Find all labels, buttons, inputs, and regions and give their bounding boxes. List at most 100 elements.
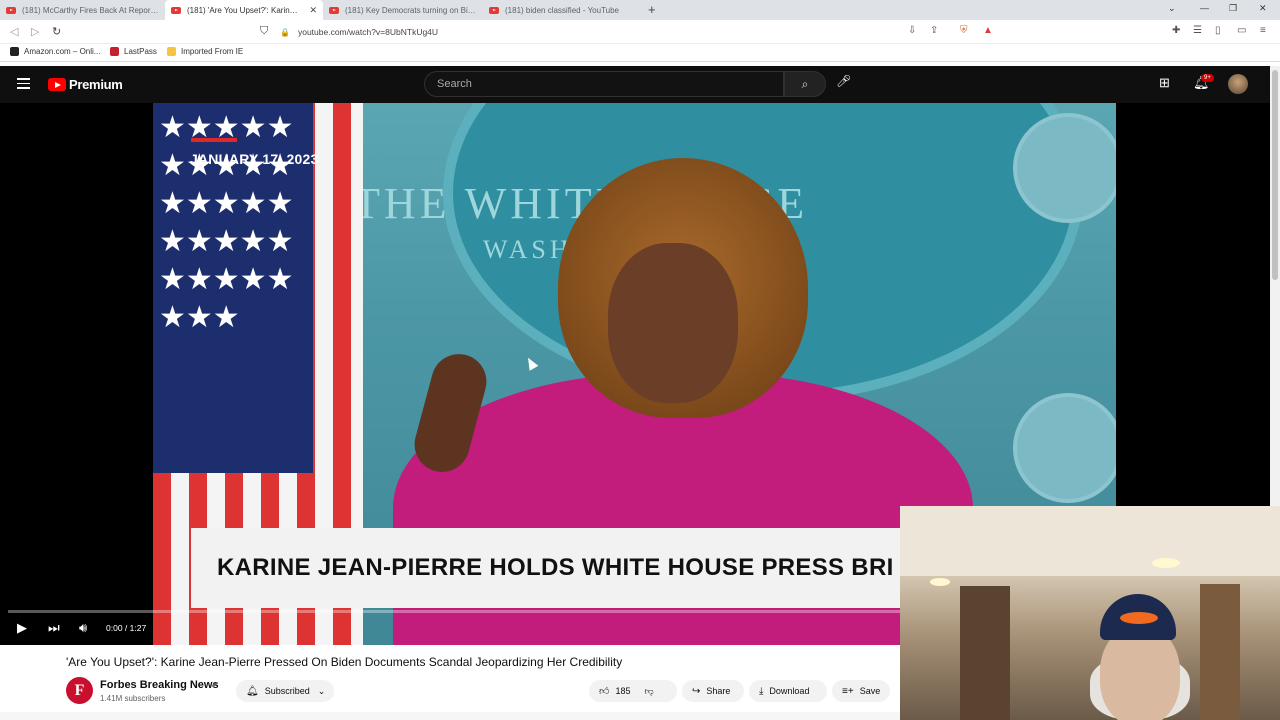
new-tab-icon[interactable]: + bbox=[648, 2, 656, 17]
scrollbar-thumb[interactable] bbox=[1272, 70, 1278, 280]
forward-icon[interactable]: ▷ bbox=[31, 25, 39, 38]
youtube-favicon-icon bbox=[329, 6, 339, 14]
search-button[interactable]: ⌕ bbox=[784, 71, 826, 97]
webcam-doorway bbox=[960, 586, 1010, 720]
share-icon: ↪ bbox=[692, 685, 701, 697]
verified-check-icon: ✔ bbox=[211, 680, 219, 690]
youtube-play-logo-icon bbox=[48, 78, 66, 91]
share-label: Share bbox=[706, 686, 731, 696]
channel-avatar[interactable]: F bbox=[66, 677, 93, 704]
date-accent-bar bbox=[191, 138, 237, 142]
hamburger-menu-icon[interactable] bbox=[17, 78, 30, 89]
channel-avatar-letter: F bbox=[74, 681, 85, 699]
webcam-ceiling bbox=[900, 506, 1280, 576]
browser-tab-active[interactable]: (181) 'Are You Upset?': Karine Jean ✕ bbox=[165, 0, 323, 20]
webcam-person-face bbox=[1100, 626, 1180, 720]
bell-icon: 🔔︎ bbox=[246, 685, 259, 697]
video-title: 'Are You Upset?': Karine Jean-Pierre Pre… bbox=[66, 655, 623, 669]
channel-name[interactable]: Forbes Breaking News bbox=[100, 679, 219, 691]
tab-label: (181) Key Democrats turning on Biden bbox=[345, 5, 477, 15]
brave-shield-icon[interactable]: ⛨ bbox=[960, 25, 968, 36]
close-window-icon[interactable]: ✕ bbox=[1259, 3, 1267, 14]
save-button[interactable]: ≡+ Save bbox=[832, 680, 890, 702]
search-placeholder: Search bbox=[437, 78, 472, 90]
search-icon: ⌕ bbox=[801, 76, 809, 91]
subscribed-button[interactable]: 🔔︎ Subscribed ⌄ bbox=[236, 680, 334, 702]
tab-label: (181) biden classified - YouTube bbox=[505, 5, 619, 15]
speaker-face bbox=[608, 243, 738, 403]
bookmark-lastpass[interactable]: LastPass bbox=[110, 47, 157, 56]
volume-icon[interactable]: 🔊︎ bbox=[79, 620, 87, 636]
side-seal-bottom bbox=[1013, 393, 1116, 503]
share-page-icon[interactable]: ⇪ bbox=[930, 25, 938, 36]
back-icon[interactable]: ◁ bbox=[10, 25, 18, 38]
tab-label: (181) 'Are You Upset?': Karine Jean bbox=[187, 5, 302, 15]
address-bar[interactable]: 🔒 youtube.com/watch?v=8UbNTkUg4U bbox=[280, 23, 970, 41]
ceiling-light bbox=[1152, 558, 1180, 568]
cap-logo bbox=[1120, 612, 1158, 624]
side-seal-top bbox=[1013, 113, 1116, 223]
user-avatar[interactable] bbox=[1228, 74, 1248, 94]
wallet-icon[interactable]: ▭ bbox=[1237, 25, 1246, 36]
description-box-edge bbox=[0, 712, 900, 720]
webcam-door bbox=[1200, 584, 1240, 720]
url-text: youtube.com/watch?v=8UbNTkUg4U bbox=[297, 27, 439, 37]
mouse-cursor-icon bbox=[523, 355, 539, 371]
restore-icon[interactable]: ❐ bbox=[1229, 3, 1237, 14]
reading-list-icon[interactable]: ☰ bbox=[1193, 25, 1202, 36]
bookmark-label: Amazon.com – Onli... bbox=[24, 47, 101, 56]
play-icon[interactable]: ▶ bbox=[17, 620, 27, 636]
playlist-add-icon: ≡+ bbox=[842, 685, 854, 697]
webcam-overlay bbox=[900, 506, 1280, 720]
youtube-logo[interactable]: Premium bbox=[48, 77, 123, 92]
subscriber-count: 1.41M subscribers bbox=[100, 694, 166, 703]
reload-icon[interactable]: ↻ bbox=[52, 25, 61, 38]
download-label: Download bbox=[769, 686, 810, 696]
share-button[interactable]: ↪ Share bbox=[682, 680, 744, 702]
browser-toolbar: ◁ ▷ ↻ ⛉ 🔒 youtube.com/watch?v=8UbNTkUg4U… bbox=[0, 20, 1280, 44]
bookmark-label: LastPass bbox=[124, 47, 157, 56]
browser-tab[interactable]: (181) McCarthy Fires Back At Reporter bbox=[0, 0, 165, 20]
download-button[interactable]: ⤓ Download bbox=[749, 680, 827, 702]
save-label: Save bbox=[859, 686, 881, 696]
microphone-icon[interactable]: 🎤︎ bbox=[836, 74, 851, 88]
bookmark-label: Imported From IE bbox=[181, 47, 244, 56]
install-icon[interactable]: ⇩ bbox=[908, 25, 916, 36]
time-display: 0:00 / 1:27 bbox=[106, 623, 147, 633]
browser-tab[interactable]: (181) Key Democrats turning on Biden bbox=[323, 0, 483, 20]
youtube-favicon-icon bbox=[171, 6, 181, 14]
browser-tab-bar: (181) McCarthy Fires Back At Reporter (1… bbox=[0, 0, 1280, 20]
youtube-favicon-icon bbox=[489, 6, 499, 14]
backdrop-text-bottom: WASH bbox=[483, 235, 573, 264]
date-overlay: JANUARY 17, 2023 bbox=[190, 151, 319, 167]
bookmark-folder-imported[interactable]: Imported From IE bbox=[167, 47, 243, 56]
tab-label: (181) McCarthy Fires Back At Reporter bbox=[22, 5, 159, 15]
amazon-icon bbox=[10, 47, 19, 56]
lower-third-text: KARINE JEAN-PIERRE HOLDS WHITE HOUSE PRE… bbox=[217, 554, 894, 581]
create-video-icon[interactable]: ⊞ bbox=[1159, 75, 1170, 91]
thumbs-up-icon[interactable]: 👍︎ bbox=[599, 685, 609, 697]
ceiling-light bbox=[930, 578, 950, 586]
sidebar-icon[interactable]: ▯ bbox=[1215, 25, 1221, 36]
bookmarks-bar: Amazon.com – Onli... LastPass Imported F… bbox=[0, 44, 1280, 62]
browser-menu-icon[interactable]: ≡ bbox=[1260, 25, 1266, 36]
search-input[interactable]: Search bbox=[424, 71, 784, 97]
like-dislike-button[interactable]: 👍︎ 185 👎︎ bbox=[589, 680, 677, 702]
browser-tab[interactable]: (181) biden classified - YouTube bbox=[483, 0, 643, 20]
bookmark-amazon[interactable]: Amazon.com – Onli... bbox=[10, 47, 100, 56]
tab-search-icon[interactable]: ⌄ bbox=[1168, 3, 1176, 14]
extensions-icon[interactable]: ✚ bbox=[1172, 25, 1180, 36]
chevron-down-icon: ⌄ bbox=[317, 685, 326, 696]
notification-badge: 9+ bbox=[1201, 74, 1214, 82]
minimize-icon[interactable]: — bbox=[1200, 3, 1209, 13]
youtube-favicon-icon bbox=[6, 6, 16, 14]
download-icon: ⤓ bbox=[759, 685, 764, 697]
lock-icon: 🔒 bbox=[280, 27, 290, 37]
close-tab-icon[interactable]: ✕ bbox=[309, 5, 317, 16]
brave-rewards-icon[interactable]: ▲ bbox=[983, 25, 993, 36]
folder-icon bbox=[167, 47, 176, 56]
bookmark-icon[interactable]: ⛉ bbox=[260, 25, 268, 38]
logo-text: Premium bbox=[69, 77, 123, 92]
next-video-icon[interactable]: ⏭︎ bbox=[48, 620, 60, 636]
thumbs-down-icon[interactable]: 👎︎ bbox=[644, 686, 653, 697]
